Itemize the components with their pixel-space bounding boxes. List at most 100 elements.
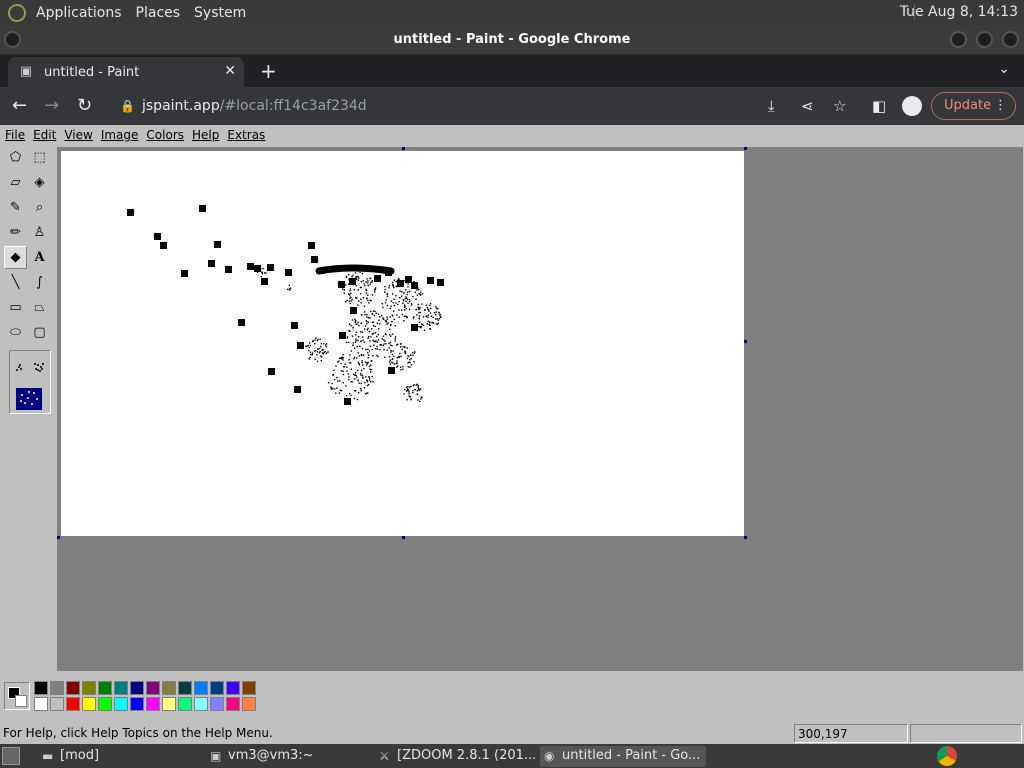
menu-view[interactable]: View — [64, 128, 92, 142]
status-size — [910, 724, 1022, 743]
brush-icon[interactable]: ♙ — [28, 221, 51, 244]
current-colors[interactable] — [4, 682, 30, 710]
curve-icon[interactable]: ∫ — [28, 271, 51, 294]
fill-bucket-icon[interactable]: ◈ — [28, 171, 51, 194]
color-swatch[interactable] — [130, 697, 144, 711]
drawing-canvas[interactable] — [61, 151, 744, 536]
select-icon[interactable]: ⬚ — [28, 146, 51, 169]
share-icon[interactable]: ⋖ — [801, 97, 814, 115]
new-tab-icon[interactable]: + — [260, 59, 277, 83]
color-swatch[interactable] — [178, 681, 192, 695]
color-swatch[interactable] — [98, 681, 112, 695]
show-desktop-icon[interactable] — [2, 747, 20, 765]
resize-handle-top[interactable] — [402, 147, 405, 150]
task-zdoom-label: [ZDOOM 2.8.1 (201... — [397, 748, 535, 763]
color-swatch[interactable] — [226, 697, 240, 711]
color-swatch[interactable] — [50, 681, 64, 695]
menu-image[interactable]: Image — [101, 128, 139, 142]
tab-close-icon[interactable]: ✕ — [224, 63, 236, 79]
color-swatch[interactable] — [66, 697, 80, 711]
close-window-button[interactable] — [1002, 31, 1019, 48]
line-icon[interactable]: ╲ — [4, 271, 27, 294]
color-swatch[interactable] — [146, 697, 160, 711]
chrome-tray-icon[interactable] — [937, 746, 957, 766]
color-swatch[interactable] — [34, 697, 48, 711]
color-swatch[interactable] — [114, 681, 128, 695]
pick-color-icon[interactable]: ✎ — [4, 196, 27, 219]
resize-handle-bottom[interactable] — [402, 536, 405, 539]
lock-icon[interactable]: 🔒 — [120, 92, 135, 120]
side-panel-icon[interactable]: ◧ — [872, 97, 886, 115]
eraser-icon[interactable]: ▱ — [4, 171, 27, 194]
address-bar[interactable]: 🔒 jspaint.app/#local:ff14c3af234d — [108, 92, 916, 120]
menu-file[interactable]: File — [5, 128, 25, 142]
window-menu-button[interactable] — [4, 31, 21, 48]
polygon-icon[interactable]: ⏢ — [28, 296, 51, 319]
airbrush-icon[interactable]: ◆ — [4, 246, 27, 269]
places-menu[interactable]: Places — [136, 5, 181, 21]
applications-menu[interactable]: Applications — [36, 5, 122, 21]
menu-colors[interactable]: Colors — [146, 128, 184, 142]
canvas-area[interactable] — [57, 147, 1023, 671]
menu-help[interactable]: Help — [192, 128, 219, 142]
pencil-icon[interactable]: ✏ — [4, 221, 27, 244]
tab-search-chevron-icon[interactable]: ⌄ — [998, 61, 1010, 77]
airbrush-size-options — [9, 350, 51, 414]
airbrush-size-icons[interactable] — [10, 351, 50, 413]
rectangle-icon[interactable]: ▭ — [4, 296, 27, 319]
menu-edit[interactable]: Edit — [33, 128, 56, 142]
clock[interactable]: Tue Aug 8, 14:13 — [900, 4, 1018, 20]
profile-avatar-icon[interactable] — [902, 96, 922, 116]
free-form-select-icon[interactable]: ⬠ — [4, 146, 27, 169]
color-swatch[interactable] — [242, 681, 256, 695]
color-swatch[interactable] — [194, 697, 208, 711]
url-host: jspaint.app — [142, 98, 220, 114]
text-icon[interactable]: A — [28, 246, 51, 269]
color-swatch[interactable] — [34, 681, 48, 695]
gnome-logo-icon[interactable] — [8, 3, 26, 22]
system-menu[interactable]: System — [194, 5, 246, 21]
paint-menubar: File Edit View Image Colors Help Extras — [0, 125, 1024, 145]
menu-extras[interactable]: Extras — [227, 128, 265, 142]
color-swatch[interactable] — [114, 697, 128, 711]
resize-handle-right[interactable] — [744, 340, 747, 343]
task-terminal[interactable]: ▣ vm3@vm3:~ — [206, 746, 371, 767]
folder-icon: ▬ — [42, 749, 54, 763]
color-swatch[interactable] — [82, 697, 96, 711]
install-app-icon[interactable]: ⤓ — [768, 97, 775, 115]
task-zdoom[interactable]: ⚔ [ZDOOM 2.8.1 (201... — [375, 746, 535, 767]
maximize-button[interactable] — [976, 31, 993, 48]
magnifier-icon[interactable]: ⌕ — [28, 196, 51, 219]
color-swatch[interactable] — [210, 697, 224, 711]
back-icon[interactable]: ← — [12, 95, 27, 116]
forward-icon[interactable]: → — [44, 95, 59, 116]
color-swatch[interactable] — [178, 697, 192, 711]
rounded-rectangle-icon[interactable]: ▢ — [28, 321, 51, 344]
color-swatch[interactable] — [162, 697, 176, 711]
reload-icon[interactable]: ↻ — [77, 95, 92, 116]
color-swatch[interactable] — [210, 681, 224, 695]
color-swatch[interactable] — [66, 681, 80, 695]
color-swatch[interactable] — [82, 681, 96, 695]
update-button[interactable]: Update ⋮ — [931, 92, 1016, 120]
color-swatch[interactable] — [98, 697, 112, 711]
minimize-button[interactable] — [950, 31, 967, 48]
task-mod[interactable]: ▬ [mod] — [38, 746, 188, 767]
color-swatch[interactable] — [194, 681, 208, 695]
color-swatch[interactable] — [130, 681, 144, 695]
color-swatch[interactable] — [50, 697, 64, 711]
window-titlebar[interactable]: untitled - Paint - Google Chrome — [0, 25, 1024, 55]
resize-handle-corner[interactable] — [744, 536, 747, 539]
ellipse-icon[interactable]: ⬭ — [4, 321, 27, 344]
task-chrome-label: untitled - Paint - Go... — [562, 748, 701, 763]
color-swatch[interactable] — [226, 681, 240, 695]
bookmark-star-icon[interactable]: ☆ — [833, 97, 846, 115]
canvas-drawing — [127, 205, 444, 405]
color-swatch[interactable] — [242, 697, 256, 711]
color-swatch[interactable] — [146, 681, 160, 695]
color-swatch[interactable] — [162, 681, 176, 695]
more-menu-icon[interactable]: ⋮ — [994, 93, 1007, 119]
window-title: untitled - Paint - Google Chrome — [393, 32, 631, 47]
tab-paint[interactable]: ▣ untitled - Paint ✕ — [8, 57, 244, 87]
task-chrome[interactable]: ◉ untitled - Paint - Go... — [540, 746, 706, 767]
